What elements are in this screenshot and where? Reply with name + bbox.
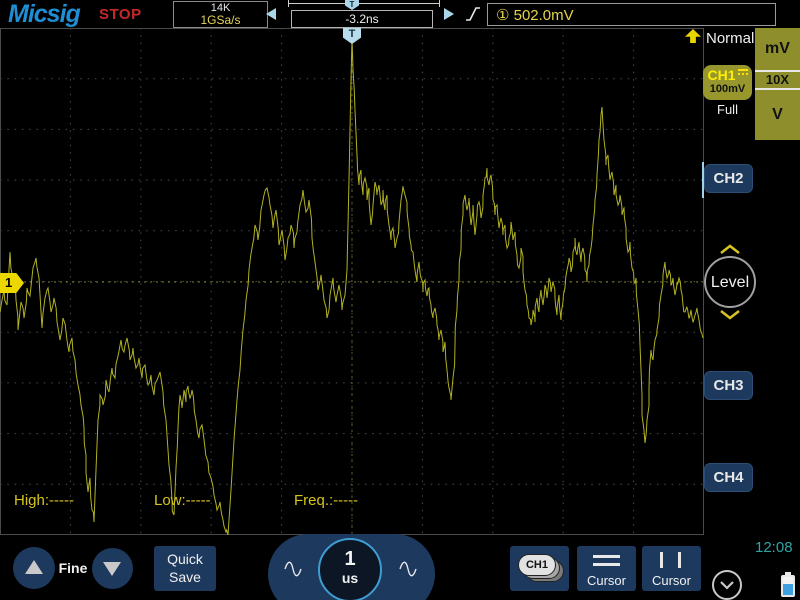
scale-increase-button[interactable] [13, 547, 55, 589]
scale-down-button[interactable]: V [755, 90, 800, 140]
battery-charge-level [783, 584, 793, 595]
level-up-icon[interactable] [717, 243, 743, 255]
channel4-button[interactable]: CH4 [704, 463, 753, 492]
timebase-knob[interactable]: 1 us [318, 538, 382, 600]
quick-save-button[interactable]: Quick Save [154, 546, 216, 591]
expand-timebase-icon[interactable] [283, 558, 303, 580]
battery-empty-part [783, 577, 793, 584]
v-cursor-icon [678, 552, 681, 568]
timebase-unit: us [320, 571, 380, 586]
measurement-high: High:----- [14, 492, 74, 509]
clock: 12:08 [755, 539, 793, 556]
h-cursor-icon [593, 555, 620, 558]
dc-coupling-icon [738, 69, 748, 78]
channel1-label: CH1 [707, 67, 735, 83]
cursor-label: Cursor [642, 573, 701, 588]
measurement-freq: Freq.:----- [294, 492, 358, 509]
oscilloscope-screen: Micsig STOP 14K 1GSa/s T -3.2ns ① 502.0m… [0, 0, 800, 600]
channel-select-button[interactable]: CH1 [510, 546, 569, 591]
chevron-down-icon [714, 572, 740, 598]
probe-ratio-button[interactable]: 10X [755, 72, 800, 88]
v-cursor-icon [660, 552, 663, 568]
trigger-mode-label[interactable]: Normal [706, 30, 754, 47]
measurement-low: Low:----- [154, 492, 211, 509]
scale-decrease-button[interactable] [92, 548, 133, 589]
expand-menu-button[interactable] [712, 570, 742, 600]
channel1-button[interactable]: CH1 100mV [703, 65, 752, 100]
h-cursor-icon [593, 563, 620, 566]
channel1-bandwidth: Full [703, 102, 752, 117]
timebase-value: 1 [320, 547, 380, 571]
vertical-cursor-button[interactable]: Cursor [642, 546, 701, 591]
level-knob[interactable]: Level [704, 256, 756, 308]
battery-icon [781, 575, 795, 597]
scale-up-button[interactable]: mV [755, 28, 800, 70]
channel1-scale: 100mV [703, 83, 752, 96]
quick-save-line1: Quick [154, 550, 216, 568]
compress-timebase-icon[interactable] [398, 558, 418, 580]
quick-save-line2: Save [154, 568, 216, 586]
fine-adjust-label[interactable]: Fine [57, 560, 89, 576]
channel2-button[interactable]: CH2 [704, 164, 753, 193]
channel-card-front: CH1 [518, 554, 556, 576]
waveform-display[interactable] [0, 0, 704, 535]
channel3-button[interactable]: CH3 [704, 371, 753, 400]
horizontal-cursor-button[interactable]: Cursor [577, 546, 636, 591]
level-down-icon[interactable] [717, 308, 743, 320]
arrow-down-icon [103, 562, 121, 576]
arrow-up-icon [25, 560, 43, 574]
cursor-label: Cursor [577, 573, 636, 588]
